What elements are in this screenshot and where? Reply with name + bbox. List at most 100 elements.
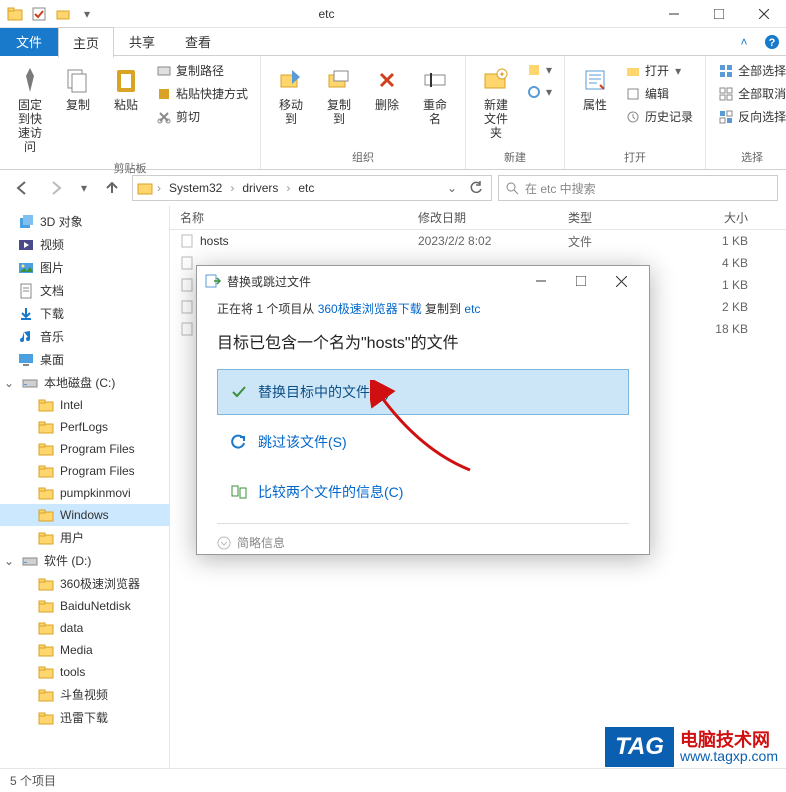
compare-option[interactable]: 比较两个文件的信息(C) (217, 469, 629, 515)
invert-selection-button[interactable]: 反向选择 (714, 106, 786, 127)
tree-item[interactable]: 迅雷下载 (0, 706, 169, 729)
address-bar[interactable]: › System32 › drivers › etc ⌄ (132, 175, 492, 201)
tree-item[interactable]: data (0, 617, 169, 639)
tree-item[interactable]: 音乐 (0, 325, 169, 348)
navigation-tree[interactable]: 3D 对象视频图片文档下载音乐桌面 ⌄本地磁盘 (C:)IntelPerfLogs… (0, 206, 170, 768)
cut-button[interactable]: 剪切 (152, 106, 252, 127)
select-none-button[interactable]: 全部取消 (714, 83, 786, 104)
tree-item[interactable]: ⌄本地磁盘 (C:) (0, 371, 169, 394)
file-row[interactable]: hosts2023/2/2 8:02文件1 KB (170, 230, 786, 252)
file-name: hosts (200, 234, 229, 248)
dialog-close-button[interactable] (601, 267, 641, 295)
column-type[interactable]: 类型 (568, 209, 688, 226)
docs-icon (18, 283, 34, 299)
expand-icon[interactable]: ⌄ (4, 376, 16, 390)
dialog-maximize-button[interactable] (561, 267, 601, 295)
source-link[interactable]: 360极速浏览器下载 (318, 302, 422, 316)
replace-option[interactable]: 替换目标中的文件(R) (217, 369, 629, 415)
tree-item[interactable]: Intel (0, 394, 169, 416)
tree-item[interactable]: BaiduNetdisk (0, 595, 169, 617)
copy-path-button[interactable]: 复制路径 (152, 60, 252, 81)
folder-icon (38, 507, 54, 523)
tab-view[interactable]: 查看 (170, 26, 226, 57)
column-name[interactable]: 名称 (170, 209, 418, 226)
maximize-button[interactable] (696, 0, 741, 28)
tree-item[interactable]: ⌄软件 (D:) (0, 549, 169, 572)
address-dropdown-icon[interactable]: ⌄ (441, 181, 463, 195)
tree-item[interactable]: 3D 对象 (0, 210, 169, 233)
forward-button[interactable] (42, 174, 70, 202)
tree-item[interactable]: 桌面 (0, 348, 169, 371)
chevron-right-icon[interactable]: › (228, 181, 236, 195)
recent-dropdown[interactable]: ▾ (76, 174, 92, 202)
column-size[interactable]: 大小 (688, 209, 768, 226)
dialog-minimize-button[interactable] (521, 267, 561, 295)
close-button[interactable] (741, 0, 786, 28)
qat-dropdown-icon[interactable]: ▾ (76, 3, 98, 25)
minimize-button[interactable] (651, 0, 696, 28)
rename-button[interactable]: 重命名 (413, 60, 457, 130)
checkbox-icon[interactable] (28, 3, 50, 25)
tree-item[interactable]: PerfLogs (0, 416, 169, 438)
folder-small-icon[interactable] (52, 3, 74, 25)
disk-icon (22, 375, 38, 391)
dialog-title-bar[interactable]: 替换或跳过文件 (197, 266, 649, 296)
paste-shortcut-button[interactable]: 粘贴快捷方式 (152, 83, 252, 104)
pin-quick-access-button[interactable]: 固定到快 速访问 (8, 60, 52, 158)
tree-item[interactable]: Media (0, 639, 169, 661)
back-button[interactable] (8, 174, 36, 202)
chevron-right-icon[interactable]: › (284, 181, 292, 195)
tree-item[interactable]: 文档 (0, 279, 169, 302)
dest-link[interactable]: etc (464, 302, 480, 316)
easy-access-button[interactable]: ▾ (522, 82, 556, 102)
tab-share[interactable]: 共享 (114, 26, 170, 57)
tree-item-label: 3D 对象 (40, 213, 83, 230)
new-folder-button[interactable]: ✦ 新建 文件夹 (474, 60, 518, 144)
refresh-icon[interactable] (465, 181, 487, 195)
tree-item[interactable]: Program Files (0, 438, 169, 460)
copy-to-button[interactable]: 复制到 (317, 60, 361, 130)
tree-item[interactable]: 下载 (0, 302, 169, 325)
new-item-button[interactable]: ▾ (522, 60, 556, 80)
chevron-right-icon[interactable]: › (155, 181, 163, 195)
skip-option[interactable]: 跳过该文件(S) (217, 419, 629, 465)
tree-item[interactable]: 斗鱼视频 (0, 683, 169, 706)
breadcrumb-item[interactable]: etc (294, 179, 318, 197)
tree-item[interactable]: pumpkinmovi (0, 482, 169, 504)
copy-button[interactable]: 复制 (56, 60, 100, 116)
edit-button[interactable]: 编辑 (621, 83, 697, 104)
breadcrumb-item[interactable]: System32 (165, 179, 226, 197)
tree-item[interactable]: 360极速浏览器 (0, 572, 169, 595)
tree-item-label: 桌面 (40, 351, 64, 368)
tree-item[interactable]: 视频 (0, 233, 169, 256)
history-button[interactable]: 历史记录 (621, 106, 697, 127)
svg-text:✦: ✦ (499, 70, 506, 79)
breadcrumb-item[interactable]: drivers (238, 179, 282, 197)
file-size: 4 KB (688, 256, 768, 270)
file-size: 1 KB (688, 234, 768, 248)
delete-button[interactable]: 删除 (365, 60, 409, 116)
tree-item[interactable]: 图片 (0, 256, 169, 279)
dialog-footer[interactable]: 简略信息 (217, 523, 629, 551)
open-button[interactable]: 打开▾ (621, 60, 697, 81)
tree-item[interactable]: 用户 (0, 526, 169, 549)
collapse-ribbon-icon[interactable]: ˄ (730, 28, 758, 56)
up-button[interactable] (98, 174, 126, 202)
tab-file[interactable]: 文件 (0, 28, 58, 56)
file-list-header[interactable]: 名称 修改日期 类型 大小 (170, 206, 786, 230)
move-to-button[interactable]: 移动到 (269, 60, 313, 130)
tree-item[interactable]: tools (0, 661, 169, 683)
select-all-button[interactable]: 全部选择 (714, 60, 786, 81)
help-icon[interactable]: ? (758, 28, 786, 56)
search-input[interactable]: 在 etc 中搜索 (498, 175, 778, 201)
tree-item[interactable]: Windows (0, 504, 169, 526)
properties-button[interactable]: 属性 (573, 60, 617, 116)
paste-button[interactable]: 粘贴 (104, 60, 148, 116)
tree-item[interactable]: Program Files (0, 460, 169, 482)
dialog-title: 替换或跳过文件 (227, 273, 521, 290)
expand-icon[interactable]: ⌄ (4, 554, 16, 568)
ribbon-group-organize: 移动到 复制到 删除 重命名 组织 (261, 56, 466, 169)
tree-item-label: Program Files (60, 464, 135, 478)
column-date[interactable]: 修改日期 (418, 209, 568, 226)
tab-home[interactable]: 主页 (58, 27, 114, 58)
